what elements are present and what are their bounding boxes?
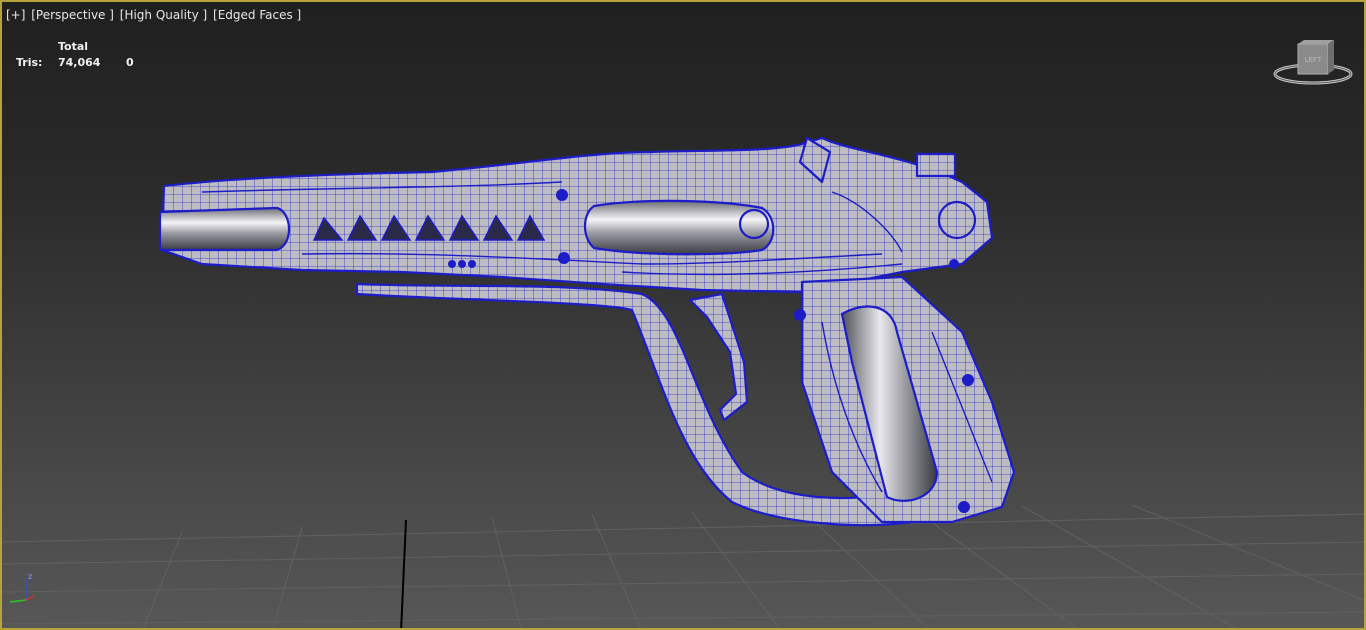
stats-header: Total: [58, 40, 89, 53]
axis-tripod-icon: z: [9, 572, 35, 603]
viewport-shading-quality-menu[interactable]: [High Quality ]: [119, 8, 208, 22]
viewport-shading-menu[interactable]: [Edged Faces ]: [212, 8, 302, 22]
axis-z-label: z: [28, 572, 32, 581]
viewport-menu-plus[interactable]: [+]: [5, 8, 26, 22]
perspective-viewport[interactable]: [+] [Perspective ] [High Quality ] [Edge…: [0, 0, 1366, 630]
stats-tris-selected: 0: [126, 56, 134, 69]
viewcube-face-label: LEFT: [1305, 56, 1322, 64]
viewport-pov-menu[interactable]: [Perspective ]: [30, 8, 115, 22]
viewcube-icon[interactable]: LEFT: [1268, 40, 1358, 92]
stats-tris-total: 74,064: [58, 56, 101, 69]
stats-tris-label: Tris:: [16, 56, 43, 69]
pistol-model[interactable]: [2, 2, 1366, 630]
viewport-label: [+] [Perspective ] [High Quality ] [Edge…: [5, 8, 302, 22]
